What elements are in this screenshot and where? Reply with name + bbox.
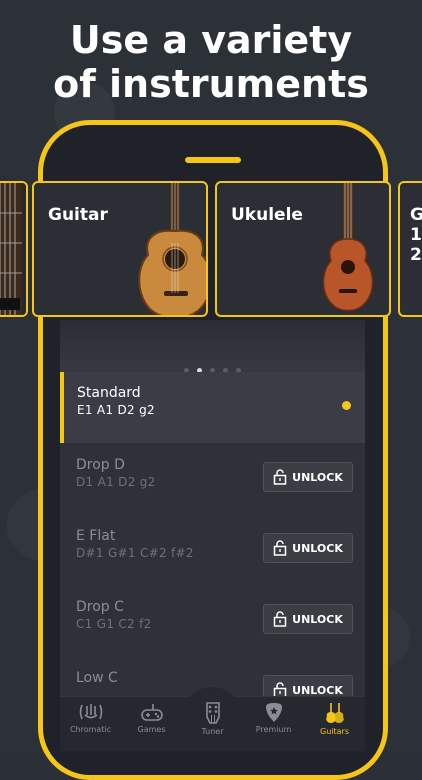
unlock-label: UNLOCK <box>292 470 343 484</box>
tab-bar: Chromatic Games Tuner Premium Guitars <box>60 687 365 751</box>
bass-guitar-image <box>0 183 26 315</box>
headline-line-2: of instruments <box>53 62 369 106</box>
instrument-title: G 12 <box>410 205 422 265</box>
tab-games[interactable]: Games <box>121 701 182 734</box>
tab-label: Tuner <box>201 727 224 736</box>
guitars-icon <box>325 703 344 723</box>
ukulele-image <box>322 183 374 312</box>
tuning-notes: D1 A1 D2 g2 <box>76 475 156 489</box>
instrument-title: Ukulele <box>231 205 303 225</box>
phone-speaker <box>185 157 241 163</box>
acoustic-guitar-image <box>138 183 206 315</box>
selected-indicator <box>342 401 351 410</box>
tab-label: Premium <box>255 725 292 734</box>
instrument-card-ukulele[interactable]: Ukulele <box>215 181 391 317</box>
lock-icon <box>273 611 287 627</box>
tuning-name: Standard <box>77 385 141 401</box>
unlock-label: UNLOCK <box>292 683 343 697</box>
tuning-notes: E1 A1 D2 g2 <box>77 403 155 417</box>
tuning-row-drop-c[interactable]: Drop C C1 G1 C2 f2 UNLOCK <box>60 586 365 657</box>
tuning-row-drop-d[interactable]: Drop D D1 A1 D2 g2 UNLOCK <box>60 444 365 515</box>
headline-line-1: Use a variety <box>69 18 353 62</box>
unlock-label: UNLOCK <box>292 612 343 626</box>
chromatic-icon <box>79 704 102 720</box>
unlock-label: UNLOCK <box>292 541 343 555</box>
tab-label: Games <box>137 725 166 734</box>
tuning-name: E Flat <box>76 528 116 544</box>
tuning-notes: D#1 G#1 C#2 f#2 <box>76 546 194 560</box>
tuning-row-standard[interactable]: Standard E1 A1 D2 g2 <box>60 372 365 443</box>
tab-premium[interactable]: Premium <box>243 701 304 734</box>
tuning-name: Drop D <box>76 457 125 473</box>
lock-icon <box>273 469 287 485</box>
tab-tuner[interactable]: Tuner <box>182 701 243 736</box>
tab-label: Guitars <box>320 727 349 736</box>
instrument-card-12-string[interactable]: G 12 <box>398 181 422 317</box>
lock-icon <box>273 540 287 556</box>
headstock-icon <box>205 702 220 724</box>
headline: Use a variety of instruments <box>0 18 422 106</box>
app-screen: Standard E1 A1 D2 g2 Drop D D1 A1 D2 g2 … <box>60 320 365 750</box>
unlock-button[interactable]: UNLOCK <box>263 533 353 563</box>
tab-label: Chromatic <box>69 725 112 734</box>
instrument-card-bass[interactable] <box>0 181 28 317</box>
tuning-name: Drop C <box>76 599 124 615</box>
unlock-button[interactable]: UNLOCK <box>263 462 353 492</box>
tuning-row-e-flat[interactable]: E Flat D#1 G#1 C#2 f#2 UNLOCK <box>60 515 365 586</box>
gamepad-icon <box>140 704 163 721</box>
tab-guitars[interactable]: Guitars <box>304 701 365 736</box>
instrument-title: Guitar <box>48 205 108 225</box>
tuning-notes: C1 G1 C2 f2 <box>76 617 152 631</box>
pick-icon <box>265 703 282 722</box>
instrument-card-guitar[interactable]: Guitar <box>32 181 208 317</box>
tab-chromatic[interactable]: Chromatic <box>60 701 121 734</box>
unlock-button[interactable]: UNLOCK <box>263 604 353 634</box>
tuning-name: Low C <box>76 670 118 686</box>
